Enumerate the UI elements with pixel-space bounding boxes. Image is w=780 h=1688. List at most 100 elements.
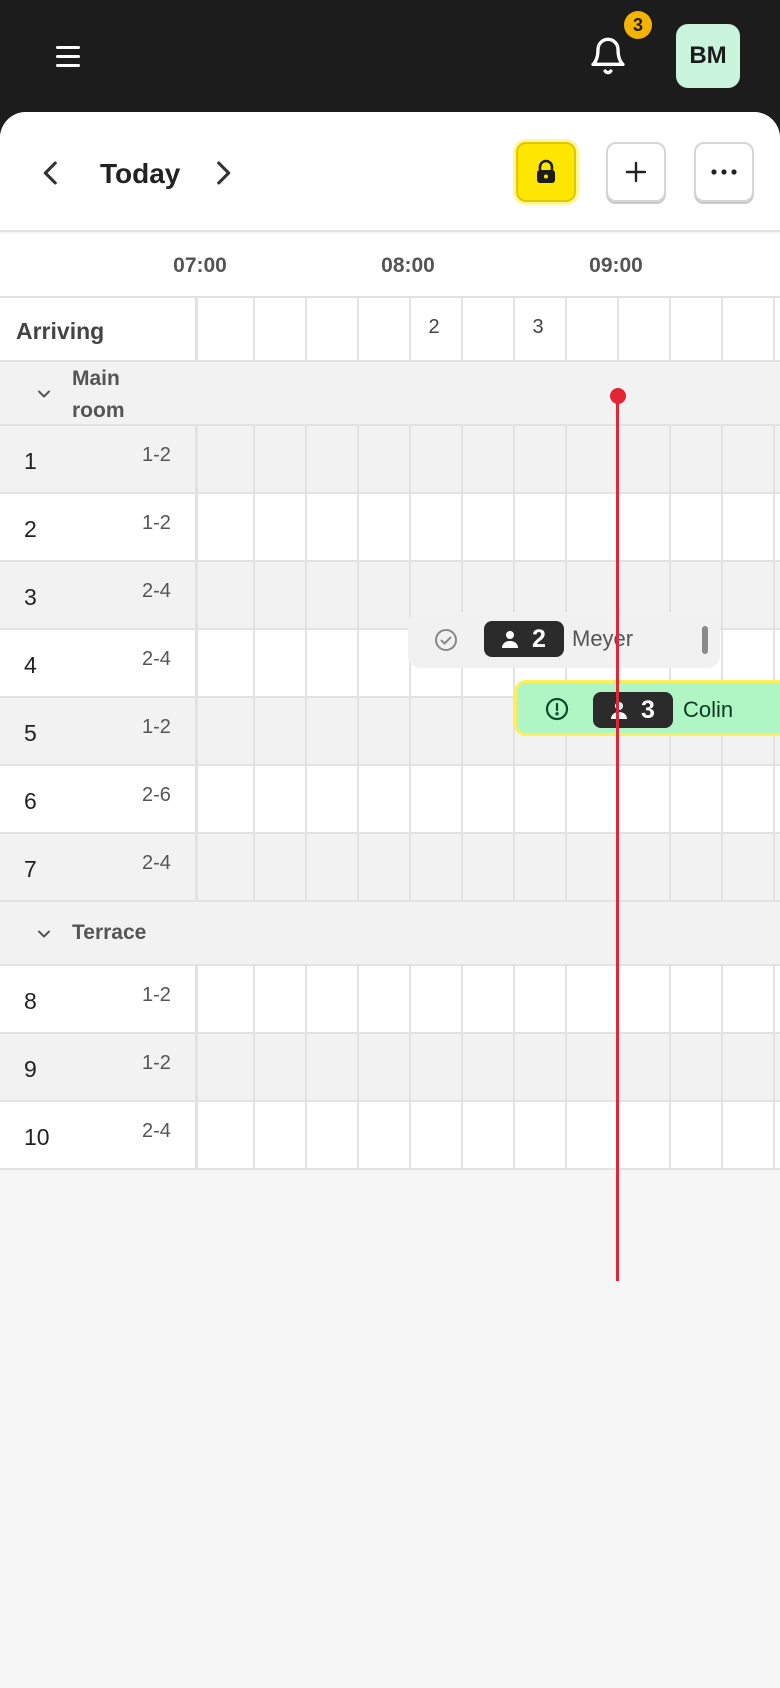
plus-icon <box>625 161 647 183</box>
grid-line <box>305 698 307 764</box>
resize-handle[interactable] <box>702 626 708 654</box>
table-row[interactable]: 2 1-2 <box>0 494 780 562</box>
user-avatar[interactable]: BM <box>676 24 740 88</box>
current-time-line <box>616 396 619 1281</box>
current-time-dot <box>610 388 626 404</box>
grid-line <box>409 494 411 560</box>
grid-line <box>357 494 359 560</box>
lock-button[interactable] <box>516 142 576 202</box>
more-options-button[interactable] <box>694 142 754 202</box>
table-name: 2 <box>24 516 37 542</box>
grid-line <box>721 562 723 628</box>
table-row[interactable]: 6 2-6 <box>0 766 780 834</box>
table-capacity: 1-2 <box>142 1052 171 1074</box>
grid-line <box>669 834 671 900</box>
grid-line <box>461 1034 463 1100</box>
grid-line <box>357 766 359 832</box>
grid-line <box>565 426 567 492</box>
section-header-main-room[interactable]: Main room <box>0 362 780 426</box>
grid-line <box>253 1034 255 1100</box>
table-name: 10 <box>24 1124 50 1150</box>
grid-line <box>773 562 775 628</box>
arriving-label: Arriving <box>16 318 105 344</box>
hamburger-menu-icon[interactable] <box>50 38 86 74</box>
chevron-right-icon[interactable] <box>206 156 240 190</box>
bell-icon[interactable] <box>588 36 628 76</box>
grid-line <box>409 426 411 492</box>
chevron-left-icon[interactable] <box>34 156 68 190</box>
grid-line <box>669 766 671 832</box>
guest-name: Meyer <box>572 626 634 651</box>
time-label: 09:00 <box>589 254 643 277</box>
timeline-header: 07:00 08:00 09:00 <box>0 234 780 298</box>
table-name: 3 <box>24 584 37 610</box>
grid-line <box>357 562 359 628</box>
grid-line <box>409 1102 411 1168</box>
grid-line <box>565 834 567 900</box>
grid-line <box>253 630 255 696</box>
grid-line <box>461 494 463 560</box>
booking-colin[interactable]: 3 Colin <box>514 680 780 736</box>
grid-line <box>513 426 515 492</box>
table-name: 7 <box>24 856 37 882</box>
grid-line <box>357 298 359 360</box>
grid-line <box>305 834 307 900</box>
grid-line <box>305 1102 307 1168</box>
grid-line <box>305 966 307 1032</box>
grid-line <box>513 298 515 360</box>
table-name: 9 <box>24 1056 37 1082</box>
grid-line <box>305 494 307 560</box>
grid-line <box>721 1034 723 1100</box>
chevron-down-icon[interactable] <box>34 924 54 944</box>
grid-line <box>461 426 463 492</box>
grid-line <box>305 562 307 628</box>
grid-line <box>253 1102 255 1168</box>
person-icon <box>502 631 518 648</box>
guest-count-pill: 2 <box>484 621 564 657</box>
grid-line <box>721 966 723 1032</box>
table-row[interactable]: 9 1-2 <box>0 1034 780 1102</box>
time-label: 07:00 <box>173 254 227 277</box>
grid-line <box>669 494 671 560</box>
person-icon <box>611 702 627 719</box>
alert-circle-icon <box>545 697 569 721</box>
grid-line <box>721 834 723 900</box>
grid-line <box>409 298 411 360</box>
section-title: room <box>72 399 125 422</box>
guest-name: Colin <box>683 697 734 722</box>
add-reservation-button[interactable] <box>606 142 666 202</box>
grid-line <box>565 966 567 1032</box>
check-circle-icon <box>435 629 457 651</box>
grid-line <box>565 1102 567 1168</box>
table-capacity: 2-4 <box>142 648 171 670</box>
arriving-count: 2 <box>428 316 440 338</box>
grid-line <box>721 1102 723 1168</box>
table-name: 5 <box>24 720 37 746</box>
grid-line <box>253 834 255 900</box>
grid-line <box>513 1034 515 1100</box>
section-header-terrace[interactable]: Terrace <box>0 902 780 966</box>
grid-line <box>357 698 359 764</box>
booking-meyer[interactable]: 2 Meyer <box>408 612 720 668</box>
chevron-down-icon[interactable] <box>34 384 54 404</box>
table-capacity: 1-2 <box>142 512 171 534</box>
grid-line <box>357 1102 359 1168</box>
table-capacity: 2-4 <box>142 1120 171 1142</box>
grid-line <box>253 426 255 492</box>
grid-line <box>669 1102 671 1168</box>
grid-line <box>721 494 723 560</box>
grid-line <box>773 298 775 360</box>
table-row[interactable]: 1 1-2 <box>0 426 780 494</box>
grid-line <box>565 766 567 832</box>
grid-line <box>409 1034 411 1100</box>
table-capacity: 1-2 <box>142 984 171 1006</box>
table-row[interactable]: 8 1-2 <box>0 966 780 1034</box>
table-row[interactable]: 10 2-4 <box>0 1102 780 1170</box>
table-capacity: 1-2 <box>142 444 171 466</box>
grid-line <box>253 966 255 1032</box>
grid-line <box>773 1102 775 1168</box>
grid-line <box>305 766 307 832</box>
date-label[interactable]: Today <box>100 156 180 192</box>
table-row[interactable]: 7 2-4 <box>0 834 780 902</box>
grid-line <box>773 966 775 1032</box>
